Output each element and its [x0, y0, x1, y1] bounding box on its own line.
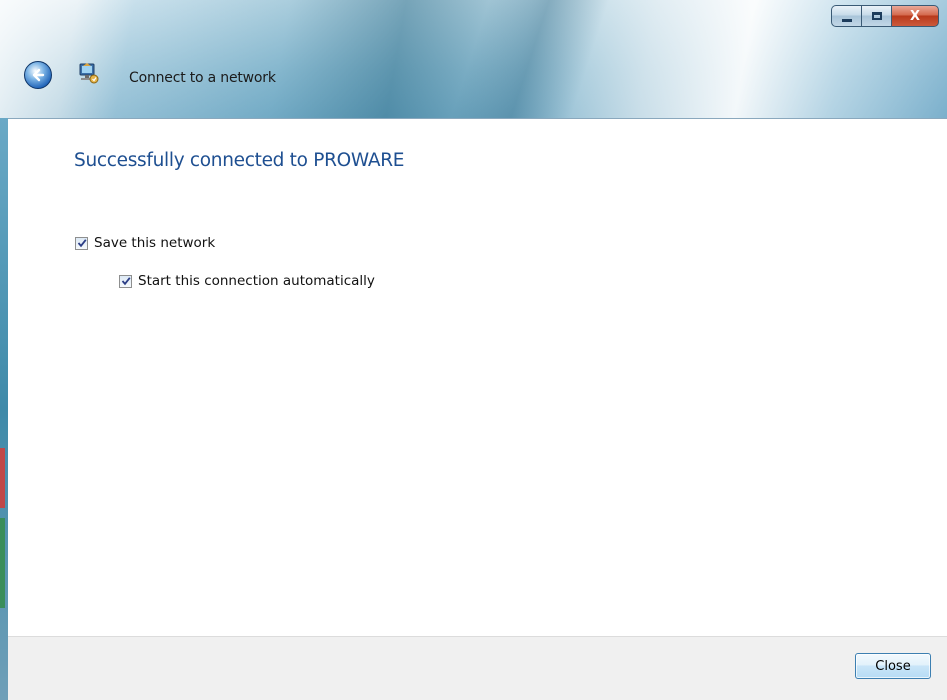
close-icon: X — [909, 8, 921, 24]
network-connection-icon — [79, 63, 99, 84]
close-button[interactable]: Close — [855, 653, 931, 679]
checkmark-icon — [77, 239, 87, 248]
checkmark-icon — [121, 277, 131, 286]
glass-reflection — [450, 0, 610, 118]
frame-shade — [0, 518, 5, 608]
save-network-checkbox[interactable] — [75, 236, 88, 250]
dialog-footer: Close — [8, 636, 947, 700]
caption-buttons: X — [831, 5, 939, 29]
connect-to-network-window: X Connect to a network Successfully conn… — [0, 0, 947, 700]
auto-connect-option[interactable]: Start this connection automatically — [119, 273, 375, 289]
minimize-icon — [841, 18, 852, 22]
window-close-button[interactable]: X — [891, 5, 939, 27]
frame-shade — [0, 448, 5, 508]
title-bar: X Connect to a network — [0, 0, 947, 118]
page-title: Successfully connected to PROWARE — [74, 150, 405, 171]
back-button[interactable] — [24, 61, 52, 89]
window-frame-left — [0, 118, 8, 700]
auto-connect-label: Start this connection automatically — [138, 273, 375, 289]
maximize-icon — [871, 12, 882, 20]
maximize-button[interactable] — [861, 5, 891, 27]
save-network-label: Save this network — [94, 235, 216, 251]
back-arrow-icon — [32, 68, 45, 82]
content-panel: Successfully connected to PROWARE Save t… — [8, 118, 947, 636]
minimize-button[interactable] — [831, 5, 861, 27]
save-network-option[interactable]: Save this network — [75, 235, 215, 251]
window-title: Connect to a network — [129, 70, 276, 86]
auto-connect-checkbox[interactable] — [119, 274, 132, 288]
